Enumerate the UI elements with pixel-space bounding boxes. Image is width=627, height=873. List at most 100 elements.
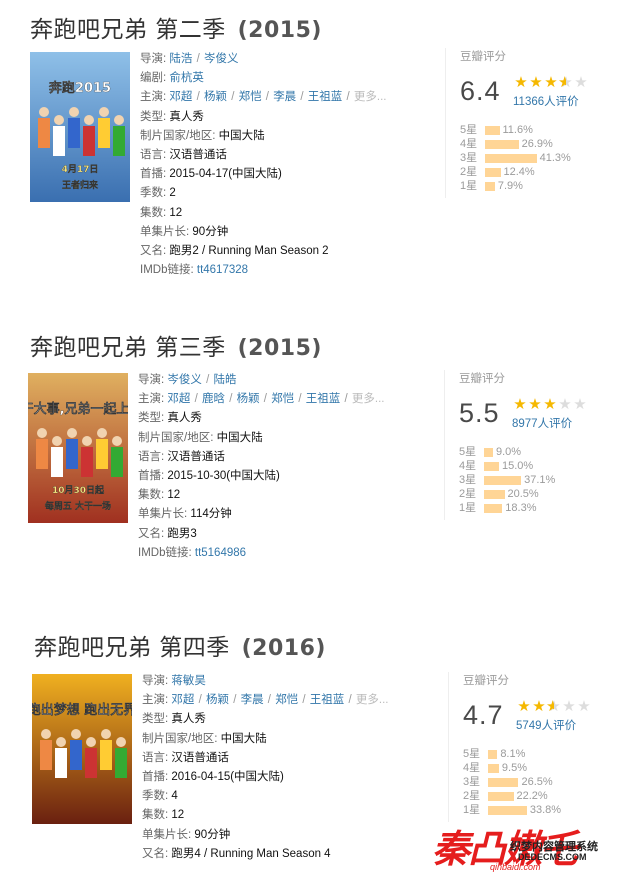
separator: / (341, 393, 351, 406)
field-label: 制片国家/地区: (138, 431, 214, 444)
more-cast-link[interactable]: 更多... (356, 694, 389, 706)
separator: / (202, 374, 213, 386)
watermark-line2: DEDECMS.COM (518, 852, 587, 862)
title-name[interactable]: 奔跑吧兄弟 第四季 (34, 635, 230, 661)
field-label: 单集片长: (138, 508, 188, 521)
director-link[interactable]: 陆浩 (169, 53, 192, 65)
field-label: 季数: (140, 187, 167, 200)
more-cast-link[interactable]: 更多... (354, 91, 387, 103)
rating-percent: 15.0% (502, 460, 534, 472)
cast-link[interactable]: 邓超 (169, 91, 192, 103)
cast-link[interactable]: 郑恺 (271, 393, 294, 405)
director-link[interactable]: 蒋敏昊 (171, 675, 206, 687)
cast-link[interactable]: 李晨 (241, 694, 264, 706)
rating-bar (488, 805, 527, 815)
cast-link[interactable]: 杨颖 (206, 694, 229, 706)
more-cast-link[interactable]: 更多... (352, 393, 385, 405)
poster-image[interactable]: 奔跑2015 4月17日 王者归来 (30, 52, 130, 202)
rating-votes-link[interactable]: 8977人评价 (512, 415, 572, 431)
rating-panel: 豆瓣评分 5.5 ★ ★ ★ ★ ★ 8977人评价 5星 9.0% 4星 15.0% 3星 37.1% 2… (444, 370, 624, 520)
rating-percent: 22.2% (516, 790, 548, 802)
runtime-row: 单集片长: 90分钟 (140, 223, 386, 242)
rating-distribution: 5星 11.6% 4星 26.9% 3星 41.3% 2星 12.4% 1星 7.9% (460, 123, 571, 193)
field-label: 单集片长: (142, 828, 192, 841)
rating-percent: 9.5% (501, 762, 527, 774)
season-title[interactable]: 奔跑吧兄弟 第三季 (2015) (30, 328, 322, 362)
rating-bar-row: 1星 18.3% (459, 501, 555, 515)
star-level-label: 1星 (460, 180, 478, 192)
cast-link[interactable]: 王祖蓝 (308, 91, 343, 103)
season-title[interactable]: 奔跑吧兄弟 第四季 (2016) (34, 628, 326, 662)
rating-stars: ★★★★★ (516, 697, 591, 715)
rating-bar-row: 1星 7.9% (460, 179, 571, 193)
field-value: 汉语普通话 (167, 450, 225, 463)
rating-votes-link[interactable]: 5749人评价 (516, 717, 576, 733)
cast-link[interactable]: 邓超 (171, 694, 194, 706)
writer-row: 编剧: 俞杭英 (140, 69, 386, 88)
season-title[interactable]: 奔跑吧兄弟 第二季 (2015) (30, 10, 322, 44)
separator: / (191, 393, 201, 406)
title-name[interactable]: 奔跑吧兄弟 第三季 (30, 335, 226, 361)
field-value[interactable]: tt5164986 (195, 547, 246, 559)
director-link[interactable]: 陆皓 (214, 374, 237, 386)
field-value: 4 (171, 790, 178, 803)
field-value: 中国大陆 (220, 732, 267, 745)
rating-bar-row: 3星 26.5% (463, 775, 561, 789)
cast-link[interactable]: 郑恺 (275, 694, 298, 706)
field-label: 主演: (140, 91, 167, 104)
title-name[interactable]: 奔跑吧兄弟 第二季 (30, 17, 226, 43)
rating-percent: 26.5% (521, 776, 553, 788)
separator: / (297, 91, 307, 104)
field-value: 真人秀 (169, 110, 204, 123)
cast-link[interactable]: 杨颖 (204, 91, 227, 103)
field-label: 又名: (140, 244, 167, 257)
premiere-row: 首播: 2016-04-15(中国大陆) (142, 768, 388, 787)
episodes-row: 集数: 12 (142, 806, 388, 825)
rating-score: 4.7 (463, 700, 504, 730)
poster-image[interactable]: 干大事,兄弟一起上! 10月30日起每周五 大干一场 (28, 373, 128, 523)
star-level-label: 5星 (463, 748, 481, 760)
star-level-label: 2星 (460, 166, 478, 178)
field-label: 制片国家/地区: (140, 129, 216, 142)
rating-bar (485, 181, 495, 191)
field-label: 集数: (138, 489, 165, 502)
separator: / (295, 393, 305, 406)
rating-bar-row: 3星 37.1% (459, 473, 555, 487)
episodes-row: 集数: 12 (138, 486, 384, 505)
rating-panel: 豆瓣评分6.4★★★★★11366人评价5星11.6%4星26.9%3星41.3… (445, 48, 625, 198)
separator: / (262, 91, 273, 104)
country-row: 制片国家/地区: 中国大陆 (140, 127, 386, 146)
star-icon: ★ (544, 74, 557, 91)
rating-panel: 豆瓣评分4.7★★★★★5749人评价5星8.1%4星9.5%3星26.5%2星… (448, 672, 627, 822)
rating-bar-row: 3星 41.3% (460, 151, 571, 165)
director-link[interactable]: 岑俊义 (167, 374, 202, 386)
field-value: 2015-10-30(中国大陆) (167, 469, 280, 482)
language-row: 语言: 汉语普通话 (138, 448, 384, 467)
poster-text: 干大事,兄弟一起上! (28, 401, 128, 417)
cast-link[interactable]: 王祖蓝 (306, 393, 341, 405)
title-year: (2015) (237, 18, 322, 43)
cast-link[interactable]: 郑恺 (239, 91, 262, 103)
field-value[interactable]: tt4617328 (197, 264, 248, 276)
poster-text: 10月30日起 (52, 484, 105, 496)
cast-link[interactable]: 杨颖 (237, 393, 260, 405)
director-link[interactable]: 岑俊义 (204, 53, 239, 65)
separator: / (228, 91, 238, 104)
star-level-label: 2星 (459, 488, 477, 500)
rating-votes-link[interactable]: 11366人评价 (513, 93, 579, 109)
star-icon: ★ (528, 396, 541, 413)
cast-link[interactable]: 鹿晗 (202, 393, 225, 405)
info-panel: 导演: 蒋敏昊 主演: 邓超 / 杨颖 / 李晨 / 郑恺 / 王祖蓝 / 更多.… (142, 672, 388, 864)
star-icon: ★ (543, 396, 556, 413)
cast-link[interactable]: 邓超 (167, 393, 190, 405)
rating-bar-row: 4星 15.0% (459, 459, 555, 473)
star-icon: ★ (513, 396, 526, 413)
rating-bar-row: 4星 26.9% (460, 137, 571, 151)
poster-image[interactable]: 跑出梦想 跑出无界 (32, 674, 132, 824)
writer-link[interactable]: 俞杭英 (169, 72, 204, 84)
cast-link[interactable]: 李晨 (273, 91, 296, 103)
cast-link[interactable]: 王祖蓝 (310, 694, 345, 706)
field-value: 2015-04-17(中国大陆) (169, 168, 282, 181)
star-icon: ★ (514, 74, 527, 91)
field-label: 语言: (140, 148, 167, 161)
